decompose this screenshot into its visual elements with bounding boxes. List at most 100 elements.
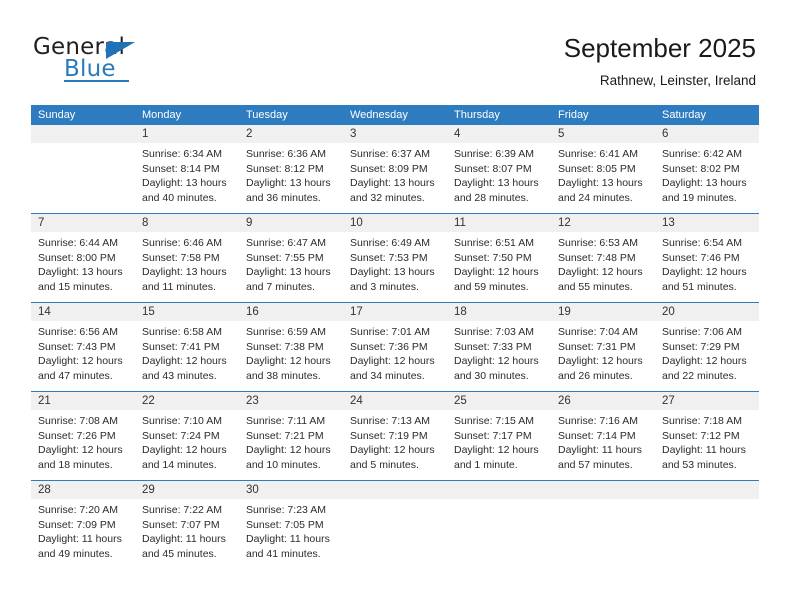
day-number: 22 — [135, 392, 239, 410]
day-cell[interactable]: 8 Sunrise: 6:46 AM Sunset: 7:58 PM Daylight… — [135, 214, 239, 302]
day-cell[interactable]: 7 Sunrise: 6:44 AM Sunset: 8:00 PM Daylight… — [31, 214, 135, 302]
day-number: 12 — [551, 214, 655, 232]
daylight-text-line1: Daylight: 12 hours — [662, 355, 747, 367]
daylight-text-line1: Daylight: 12 hours — [454, 355, 539, 367]
sunrise-text: Sunrise: 6:41 AM — [558, 148, 638, 160]
day-cell[interactable]: 10 Sunrise: 6:49 AM Sunset: 7:53 PM Dayligh… — [343, 214, 447, 302]
weekday-header-wednesday: Wednesday — [350, 109, 408, 121]
sunrise-text: Sunrise: 6:37 AM — [350, 148, 430, 160]
day-cell[interactable]: 4 Sunrise: 6:39 AM Sunset: 8:07 PM Daylight… — [447, 125, 551, 213]
day-number: 26 — [551, 392, 655, 410]
daylight-text-line2: and 53 minutes. — [662, 458, 737, 471]
sunrise-text: Sunrise: 6:47 AM — [246, 237, 326, 249]
daylight-text-line2: and 34 minutes. — [350, 369, 425, 382]
daylight-text-line2: and 19 minutes. — [662, 191, 737, 204]
daylight-text-line2: and 41 minutes. — [246, 547, 321, 560]
sunset-text: Sunset: 7:19 PM — [350, 429, 428, 442]
day-cell[interactable]: 17 Sunrise: 7:01 AM Sunset: 7:36 PM Dayligh… — [343, 303, 447, 391]
daylight-text-line1: Daylight: 12 hours — [558, 266, 643, 278]
week-row: 28 Sunrise: 7:20 AM Sunset: 7:09 PM Dayligh… — [31, 480, 759, 569]
daylight-text-line2: and 26 minutes. — [558, 369, 633, 382]
day-number — [447, 481, 551, 499]
day-cell[interactable]: 15 Sunrise: 6:58 AM Sunset: 7:41 PM Dayligh… — [135, 303, 239, 391]
daylight-text-line1: Daylight: 11 hours — [246, 533, 330, 545]
day-cell[interactable]: 16 Sunrise: 6:59 AM Sunset: 7:38 PM Dayligh… — [239, 303, 343, 391]
day-cell-empty — [551, 481, 655, 569]
day-details: Sunrise: 6:39 AM Sunset: 8:07 PM Daylight:… — [447, 143, 551, 213]
day-details: Sunrise: 6:37 AM Sunset: 8:09 PM Daylight:… — [343, 143, 447, 213]
day-cell[interactable]: 1 Sunrise: 6:34 AM Sunset: 8:14 PM Daylight… — [135, 125, 239, 213]
daylight-text-line2: and 15 minutes. — [38, 280, 113, 293]
day-details: Sunrise: 6:49 AM Sunset: 7:53 PM Daylight:… — [343, 232, 447, 302]
daylight-text-line2: and 51 minutes. — [662, 280, 737, 293]
sunrise-text: Sunrise: 7:01 AM — [350, 326, 430, 338]
sunrise-text: Sunrise: 7:23 AM — [246, 504, 326, 516]
daylight-text-line2: and 55 minutes. — [558, 280, 633, 293]
daylight-text-line2: and 45 minutes. — [142, 547, 217, 560]
week-row: 1 Sunrise: 6:34 AM Sunset: 8:14 PM Daylight… — [31, 125, 759, 213]
logo-underline — [64, 80, 129, 82]
day-cell[interactable]: 6 Sunrise: 6:42 AM Sunset: 8:02 PM Daylight… — [655, 125, 759, 213]
page-title: September 2025 — [563, 33, 756, 63]
day-cell[interactable]: 22 Sunrise: 7:10 AM Sunset: 7:24 PM Dayligh… — [135, 392, 239, 480]
day-cell[interactable]: 11 Sunrise: 6:51 AM Sunset: 7:50 PM Dayligh… — [447, 214, 551, 302]
day-cell[interactable]: 23 Sunrise: 7:11 AM Sunset: 7:21 PM Dayligh… — [239, 392, 343, 480]
sunset-text: Sunset: 7:38 PM — [246, 340, 324, 353]
day-cell[interactable]: 25 Sunrise: 7:15 AM Sunset: 7:17 PM Dayligh… — [447, 392, 551, 480]
day-number — [551, 481, 655, 499]
day-cell[interactable]: 3 Sunrise: 6:37 AM Sunset: 8:09 PM Daylight… — [343, 125, 447, 213]
daylight-text-line1: Daylight: 11 hours — [142, 533, 226, 545]
day-cell[interactable]: 5 Sunrise: 6:41 AM Sunset: 8:05 PM Daylight… — [551, 125, 655, 213]
day-cell[interactable]: 26 Sunrise: 7:16 AM Sunset: 7:14 PM Dayligh… — [551, 392, 655, 480]
sunrise-text: Sunrise: 7:06 AM — [662, 326, 742, 338]
day-cell[interactable]: 18 Sunrise: 7:03 AM Sunset: 7:33 PM Dayligh… — [447, 303, 551, 391]
sunset-text: Sunset: 8:02 PM — [662, 162, 740, 175]
day-cell[interactable]: 12 Sunrise: 6:53 AM Sunset: 7:48 PM Dayligh… — [551, 214, 655, 302]
day-cell[interactable]: 30 Sunrise: 7:23 AM Sunset: 7:05 PM Dayligh… — [239, 481, 343, 569]
day-cell[interactable]: 29 Sunrise: 7:22 AM Sunset: 7:07 PM Dayligh… — [135, 481, 239, 569]
day-number — [31, 125, 135, 143]
daylight-text-line1: Daylight: 13 hours — [350, 266, 435, 278]
day-details: Sunrise: 6:47 AM Sunset: 7:55 PM Daylight:… — [239, 232, 343, 302]
sunrise-text: Sunrise: 7:04 AM — [558, 326, 638, 338]
day-cell[interactable]: 2 Sunrise: 6:36 AM Sunset: 8:12 PM Daylight… — [239, 125, 343, 213]
sunset-text: Sunset: 7:55 PM — [246, 251, 324, 264]
day-number: 18 — [447, 303, 551, 321]
day-number: 16 — [239, 303, 343, 321]
daylight-text-line1: Daylight: 13 hours — [350, 177, 435, 189]
sunrise-text: Sunrise: 7:18 AM — [662, 415, 742, 427]
day-details: Sunrise: 6:54 AM Sunset: 7:46 PM Daylight:… — [655, 232, 759, 302]
sunrise-text: Sunrise: 6:39 AM — [454, 148, 534, 160]
day-number: 11 — [447, 214, 551, 232]
day-cell[interactable]: 28 Sunrise: 7:20 AM Sunset: 7:09 PM Dayligh… — [31, 481, 135, 569]
sunset-text: Sunset: 7:14 PM — [558, 429, 636, 442]
day-details: Sunrise: 7:03 AM Sunset: 7:33 PM Daylight:… — [447, 321, 551, 391]
sunrise-text: Sunrise: 7:10 AM — [142, 415, 222, 427]
general-blue-logo[interactable]: General Blue — [33, 36, 183, 82]
daylight-text-line2: and 32 minutes. — [350, 191, 425, 204]
day-cell[interactable]: 21 Sunrise: 7:08 AM Sunset: 7:26 PM Dayligh… — [31, 392, 135, 480]
day-cell[interactable]: 27 Sunrise: 7:18 AM Sunset: 7:12 PM Dayligh… — [655, 392, 759, 480]
daylight-text-line2: and 5 minutes. — [350, 458, 419, 471]
day-cell[interactable]: 20 Sunrise: 7:06 AM Sunset: 7:29 PM Dayligh… — [655, 303, 759, 391]
sunset-text: Sunset: 8:12 PM — [246, 162, 324, 175]
day-cell[interactable]: 14 Sunrise: 6:56 AM Sunset: 7:43 PM Dayligh… — [31, 303, 135, 391]
sunset-text: Sunset: 8:05 PM — [558, 162, 636, 175]
day-cell[interactable]: 24 Sunrise: 7:13 AM Sunset: 7:19 PM Dayligh… — [343, 392, 447, 480]
daylight-text-line2: and 47 minutes. — [38, 369, 113, 382]
daylight-text-line1: Daylight: 11 hours — [662, 444, 746, 456]
day-cell[interactable]: 13 Sunrise: 6:54 AM Sunset: 7:46 PM Dayligh… — [655, 214, 759, 302]
sunrise-text: Sunrise: 6:51 AM — [454, 237, 534, 249]
sunrise-text: Sunrise: 6:36 AM — [246, 148, 326, 160]
daylight-text-line2: and 40 minutes. — [142, 191, 217, 204]
day-number: 17 — [343, 303, 447, 321]
day-number: 5 — [551, 125, 655, 143]
day-cell[interactable]: 9 Sunrise: 6:47 AM Sunset: 7:55 PM Daylight… — [239, 214, 343, 302]
sunset-text: Sunset: 7:48 PM — [558, 251, 636, 264]
day-number: 21 — [31, 392, 135, 410]
day-number: 23 — [239, 392, 343, 410]
day-details: Sunrise: 7:15 AM Sunset: 7:17 PM Daylight:… — [447, 410, 551, 480]
day-cell[interactable]: 19 Sunrise: 7:04 AM Sunset: 7:31 PM Dayligh… — [551, 303, 655, 391]
day-number: 20 — [655, 303, 759, 321]
sunrise-text: Sunrise: 6:59 AM — [246, 326, 326, 338]
